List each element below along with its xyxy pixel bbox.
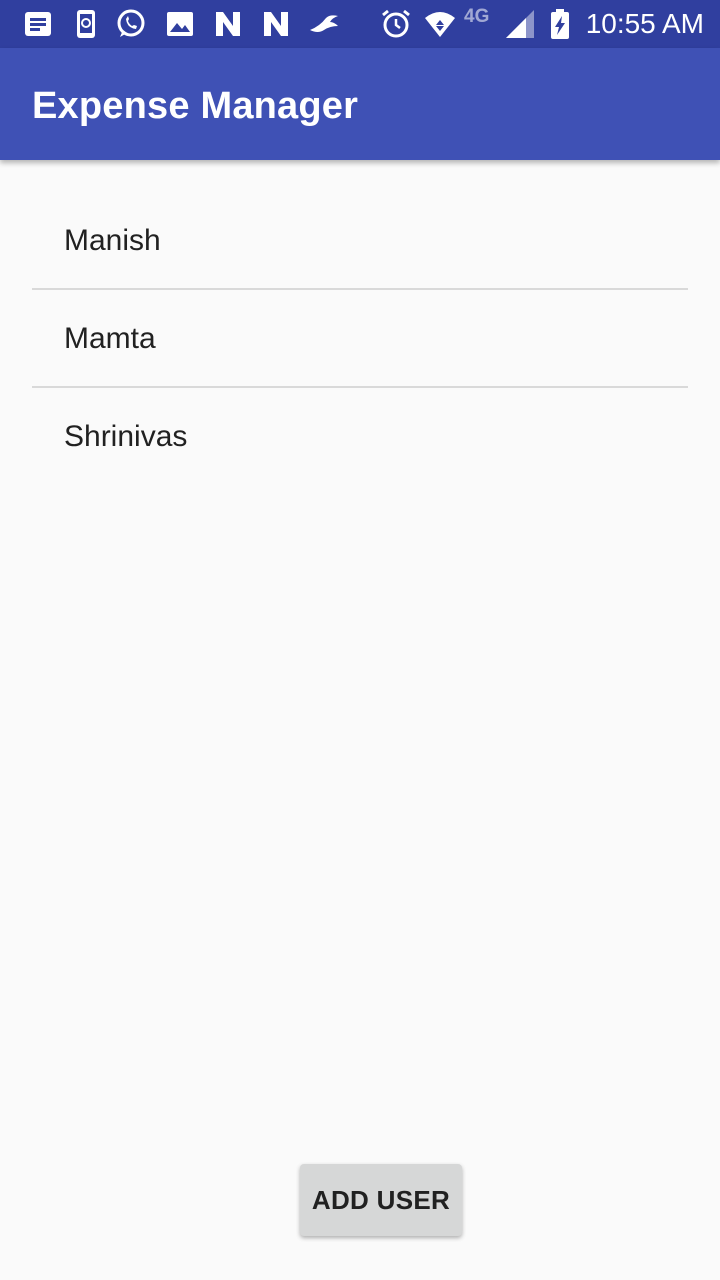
- n-app-icon: [260, 8, 292, 40]
- list-item-shrinivas[interactable]: Shrinivas: [32, 388, 688, 484]
- user-name-label: Manish: [64, 224, 161, 257]
- status-time: 10:55 AM: [585, 8, 704, 39]
- user-name-label: Mamta: [64, 322, 156, 355]
- alarm-icon: [380, 8, 412, 40]
- phone-sync-icon: [70, 8, 102, 40]
- whatsapp-icon: [115, 8, 147, 40]
- list-item-manish[interactable]: Manish: [32, 192, 688, 290]
- app-title: Expense Manager: [32, 85, 359, 127]
- add-user-button[interactable]: ADD USER: [300, 1164, 462, 1236]
- battery-charging-icon: [544, 8, 576, 40]
- n-app-icon: [212, 8, 244, 40]
- image-icon: [164, 8, 196, 40]
- status-bar: 4G 10:55 AM: [0, 0, 720, 48]
- app-bar: Expense Manager: [0, 48, 720, 160]
- list-item-mamta[interactable]: Mamta: [32, 290, 688, 388]
- wifi-icon: [424, 8, 456, 40]
- message-icon: [22, 8, 54, 40]
- user-list: Manish Mamta Shrinivas: [32, 192, 688, 484]
- bird-icon: [308, 8, 340, 40]
- network-type-label: 4G: [464, 6, 490, 27]
- user-name-label: Shrinivas: [64, 420, 188, 453]
- signal-icon: [504, 8, 536, 40]
